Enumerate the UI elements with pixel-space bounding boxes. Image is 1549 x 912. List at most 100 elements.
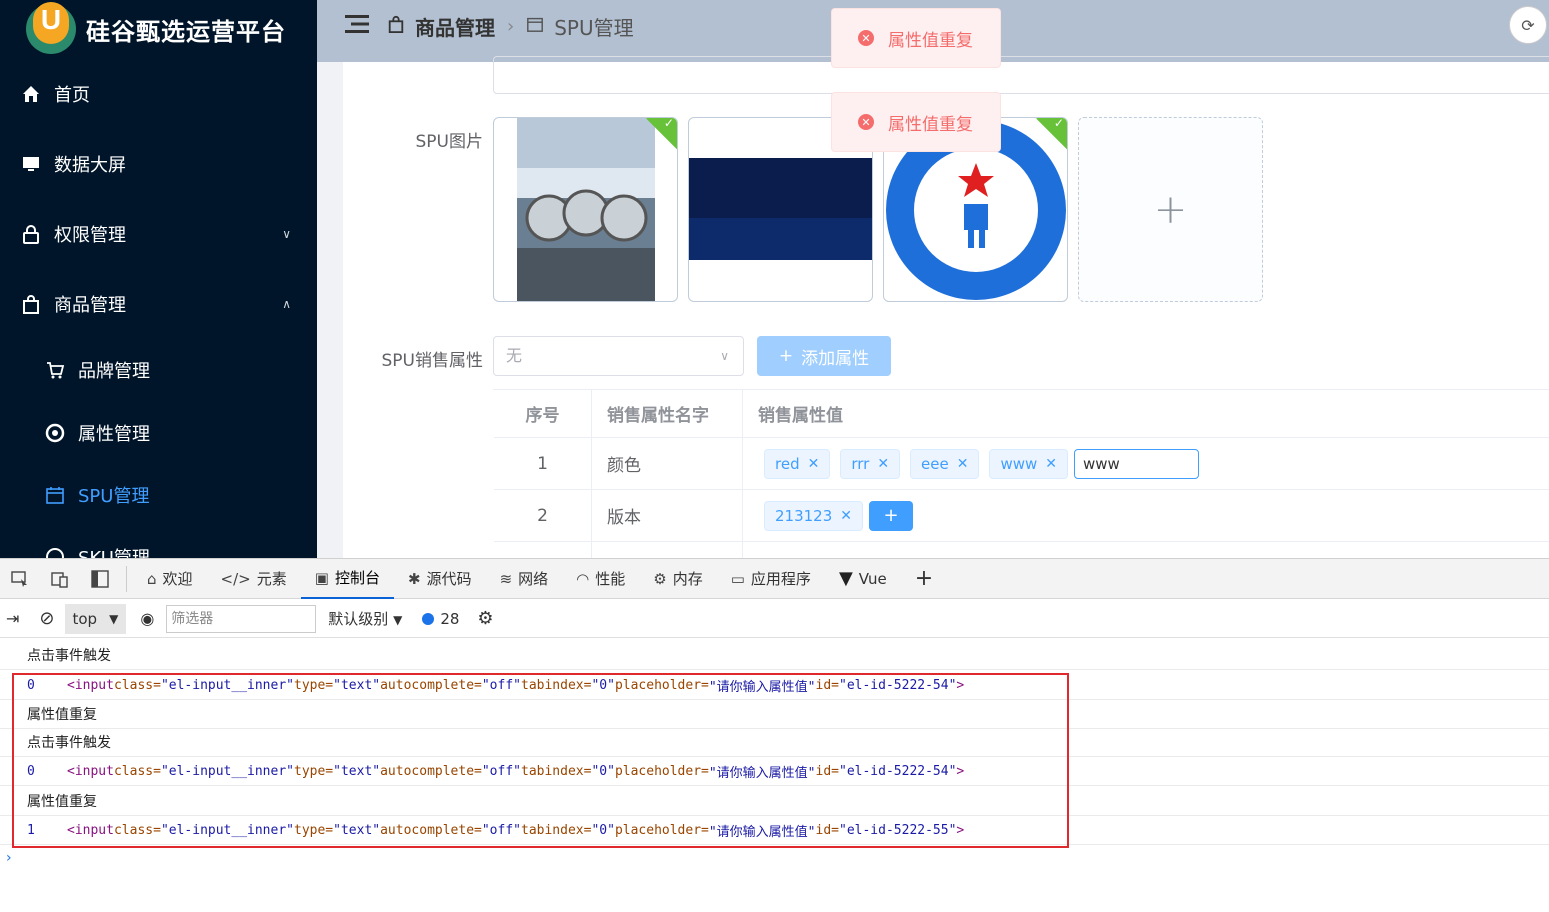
code-icon: </> — [220, 569, 251, 588]
spu-image-1[interactable]: ✓ — [493, 117, 678, 302]
menu-fold-icon[interactable] — [345, 14, 369, 39]
dock-panel-icon[interactable] — [80, 559, 120, 599]
close-icon[interactable]: ✕ — [808, 456, 820, 472]
sidebar-item-label: SPU管理 — [78, 486, 150, 507]
sidebar-item-home[interactable]: 首页 — [0, 69, 317, 119]
tab-sources[interactable]: ✱ 源代码 — [394, 559, 486, 599]
add-tab-button[interactable]: + — [901, 559, 947, 599]
toolbar-divider — [126, 565, 127, 592]
close-icon[interactable]: ✕ — [1045, 456, 1057, 472]
tab-console[interactable]: ▣ 控制台 — [300, 559, 394, 599]
check-icon: ✓ — [663, 117, 674, 130]
logo-icon: U — [26, 2, 76, 54]
sidebar-item-label: 首页 — [54, 85, 90, 106]
calendar-icon — [526, 14, 544, 38]
image-upload-button[interactable]: + — [1078, 117, 1263, 302]
row-index: 2 — [494, 490, 592, 541]
tab-label: 欢迎 — [162, 570, 193, 588]
sidebar-item-brand[interactable]: 品牌管理 — [0, 345, 317, 395]
tab-welcome[interactable]: ⌂ 欢迎 — [133, 559, 207, 599]
tab-elements[interactable]: </> 元素 — [207, 559, 301, 599]
close-icon[interactable]: ✕ — [957, 456, 969, 472]
message-icon — [422, 612, 435, 625]
meter-photo — [517, 118, 655, 301]
gear-icon: ⚙ — [653, 569, 667, 588]
bag-icon — [20, 293, 42, 315]
attr-name: 颜色 — [592, 438, 743, 489]
bug-icon: ✱ — [407, 569, 421, 588]
eye-icon[interactable]: ◉ — [140, 609, 154, 628]
log-level-select[interactable]: 默认级别 ▼ — [328, 608, 402, 629]
clear-console-icon[interactable]: ⊘ — [39, 608, 54, 629]
chevron-right-icon: › — [507, 15, 515, 37]
sidebar-item-label: 权限管理 — [54, 225, 126, 246]
home-icon: ⌂ — [147, 569, 157, 588]
chevron-up-icon: ∧ — [282, 297, 291, 311]
refresh-button[interactable]: ⟳ — [1509, 6, 1547, 44]
attr-values: red ✕ rrr ✕ eee ✕ www ✕ www — [743, 438, 1549, 489]
monitor-icon — [20, 153, 42, 175]
add-attr-button[interactable]: + 添加属性 — [757, 336, 891, 376]
application-icon: ▭ — [730, 569, 745, 588]
spu-description-input[interactable] — [493, 56, 1549, 94]
context-select[interactable]: top ▼ — [64, 603, 127, 634]
tab-label: 内存 — [672, 570, 703, 588]
error-icon: ✕ — [858, 30, 874, 46]
tab-label: 性能 — [595, 570, 626, 588]
tab-application[interactable]: ▭ 应用程序 — [717, 559, 825, 599]
message-count-badge[interactable]: 28 — [422, 610, 459, 628]
row-index: 1 — [494, 438, 592, 489]
home-icon — [20, 83, 42, 105]
log-text: 点击事件触发 — [27, 648, 111, 664]
tab-network[interactable]: ≋ 网络 — [486, 559, 563, 599]
attr-value-tag: eee ✕ — [910, 448, 980, 479]
calendar-icon — [44, 484, 66, 506]
add-value-button[interactable]: + — [869, 500, 913, 531]
tag-label: red — [775, 454, 800, 473]
sidebar-item-sku[interactable]: SKU管理 — [0, 532, 317, 558]
wifi-icon: ≋ — [499, 569, 513, 588]
message-text: 属性值重复 — [888, 114, 973, 135]
chevron-down-icon: ∨ — [720, 349, 729, 363]
plus-icon: + — [1153, 186, 1188, 233]
sidebar-item-attr[interactable]: 属性管理 — [0, 408, 317, 458]
plus-icon: + — [914, 566, 934, 591]
tab-vue[interactable]: ▼ Vue — [825, 559, 901, 599]
settings-gear-icon[interactable]: ⚙ — [477, 608, 493, 629]
vue-icon: ▼ — [838, 568, 853, 589]
sidebar-item-spu[interactable]: SPU管理 — [0, 470, 317, 520]
tab-memory[interactable]: ⚙ 内存 — [639, 559, 716, 599]
sidebar-item-permission[interactable]: 权限管理 ∨ — [0, 209, 317, 259]
device-toolbar-icon[interactable] — [40, 559, 80, 599]
close-icon[interactable]: ✕ — [877, 456, 889, 472]
console-icon: ▣ — [314, 568, 329, 587]
attr-value-tag: www ✕ — [989, 448, 1069, 479]
sidebar: U 硅谷甄选运营平台 首页 数据大屏 权限管理 ∨ 商品管理 ∧ 品牌管理 属性… — [0, 0, 317, 558]
sidebar-item-label: SKU管理 — [78, 544, 150, 558]
sidebar-toggle-icon[interactable]: ⇥ — [6, 609, 19, 628]
sidebar-item-label: 品牌管理 — [78, 361, 150, 382]
chrome-icon — [44, 422, 66, 444]
sidebar-item-product[interactable]: 商品管理 ∧ — [0, 279, 317, 329]
sidebar-item-dashboard[interactable]: 数据大屏 — [0, 139, 317, 189]
breadcrumb-item-spu[interactable]: SPU管理 — [554, 12, 633, 41]
row-index-cell — [494, 542, 592, 558]
console-log-line: 点击事件触发 — [0, 641, 1549, 670]
filter-input[interactable]: 筛选器 — [166, 604, 317, 633]
tab-label: 网络 — [518, 570, 549, 588]
console-prompt-icon[interactable]: › — [6, 850, 12, 866]
attr-value-input[interactable]: www — [1074, 448, 1200, 479]
sale-attr-select[interactable]: 无 ∨ — [493, 336, 744, 376]
tab-performance[interactable]: ◠ 性能 — [562, 559, 639, 599]
error-message: ✕ 属性值重复 — [831, 8, 1001, 68]
column-header: 销售属性名字 — [592, 390, 743, 437]
select-value: 无 — [506, 346, 523, 365]
close-icon[interactable]: ✕ — [840, 508, 852, 524]
gauge-icon: ◠ — [576, 569, 590, 588]
attr-values: 213123 ✕ + — [743, 490, 1549, 541]
basketball-icon — [44, 546, 66, 558]
spu-images-label: SPU图片 — [415, 132, 484, 152]
context-value: top — [72, 609, 98, 628]
breadcrumb-item-product[interactable]: 商品管理 — [415, 12, 495, 41]
inspect-icon[interactable] — [0, 559, 40, 599]
